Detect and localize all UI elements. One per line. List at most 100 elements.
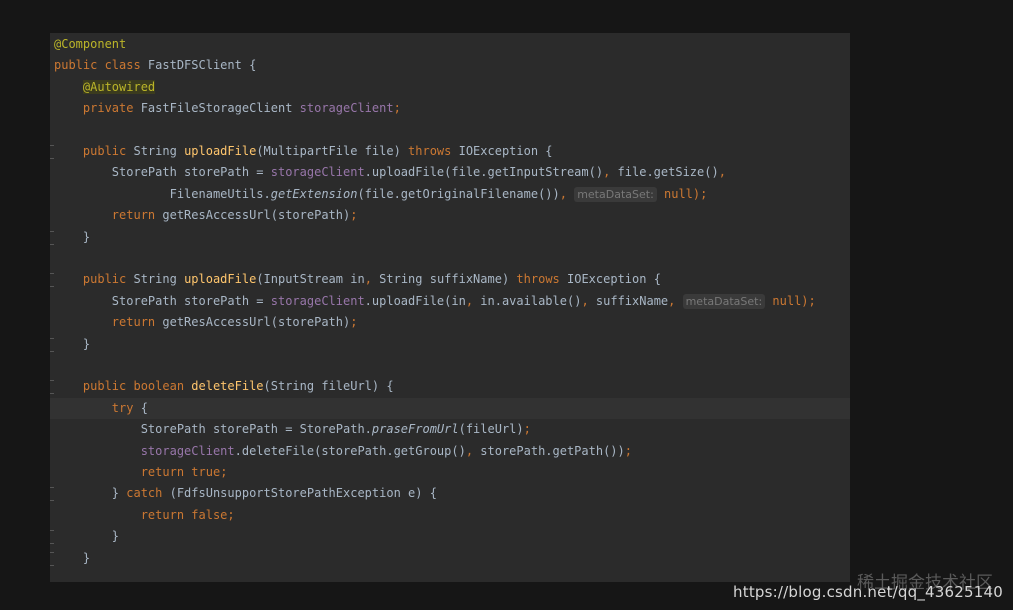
code-text: public String uploadFile(MultipartFile f… xyxy=(54,141,553,162)
code-text: StorePath storePath = storageClient.uplo… xyxy=(54,291,816,312)
code-line[interactable]: } catch (FdfsUnsupportStorePathException… xyxy=(50,483,850,504)
code-token: return false xyxy=(140,507,228,522)
fold-marker-icon[interactable] xyxy=(50,145,54,159)
code-token: IOException { xyxy=(567,272,661,287)
code-text: } xyxy=(54,548,90,569)
code-token: try xyxy=(111,400,141,415)
code-token: null xyxy=(765,293,802,308)
code-token: storageClient xyxy=(270,293,365,308)
code-token: return xyxy=(111,315,163,330)
code-line[interactable]: @Component xyxy=(50,34,850,55)
code-token: ; xyxy=(523,422,531,437)
code-token: } xyxy=(111,486,127,501)
code-line[interactable]: StorePath storePath = StorePath.praseFro… xyxy=(50,419,850,440)
code-line[interactable]: public String uploadFile(MultipartFile f… xyxy=(50,141,850,162)
code-text: return false; xyxy=(54,505,235,526)
code-token: public class xyxy=(54,58,148,73)
code-token: getResAccessUrl(storePath) xyxy=(162,208,351,223)
fold-marker-icon[interactable] xyxy=(50,551,54,566)
code-line[interactable]: try { xyxy=(50,397,850,420)
code-line[interactable]: } xyxy=(50,548,850,569)
code-token: public xyxy=(82,272,134,287)
parameter-hint: metaDataSet: xyxy=(574,186,657,202)
code-line[interactable] xyxy=(50,355,850,376)
code-line[interactable]: @Autowired xyxy=(50,77,850,98)
fold-marker-icon[interactable] xyxy=(50,337,54,352)
code-token: ; xyxy=(350,208,358,223)
code-token: IOException { xyxy=(458,144,553,158)
code-line[interactable]: return getResAccessUrl(storePath); xyxy=(50,205,850,226)
code-token: (fileUrl) xyxy=(458,422,524,437)
code-line[interactable]: } xyxy=(50,526,850,547)
code-text: storageClient.deleteFile(storePath.getGr… xyxy=(54,441,632,462)
code-line[interactable]: private FastFileStorageClient storageCli… xyxy=(50,98,850,119)
code-line[interactable]: public boolean deleteFile(String fileUrl… xyxy=(50,376,850,397)
code-text: return getResAccessUrl(storePath); xyxy=(54,205,358,226)
code-line[interactable]: StorePath storePath = storageClient.uplo… xyxy=(50,291,850,312)
code-token: public boolean xyxy=(82,379,192,394)
code-token: ; xyxy=(227,507,235,522)
code-token: praseFromUrl xyxy=(371,422,459,437)
code-token: storageClient xyxy=(270,165,365,180)
code-token: catch xyxy=(126,486,170,501)
fold-marker-icon[interactable] xyxy=(50,230,54,245)
code-line[interactable]: storageClient.deleteFile(storePath.getGr… xyxy=(50,441,850,462)
code-text: return true; xyxy=(54,462,228,483)
code-text: public String uploadFile(InputStream in,… xyxy=(54,269,661,290)
code-token: suffixName xyxy=(595,293,669,308)
code-editor[interactable]: @Component public class FastDFSClient { @… xyxy=(50,33,850,582)
code-text: public class FastDFSClient { xyxy=(54,55,256,76)
code-token: .uploadFile(file.getInputStream() xyxy=(364,165,604,180)
code-token: throws xyxy=(408,144,459,158)
code-token: storageClient xyxy=(140,443,235,458)
code-line[interactable]: return true; xyxy=(50,462,850,483)
code-token: throws xyxy=(516,272,567,287)
code-line[interactable]: public class FastDFSClient { xyxy=(50,55,850,76)
code-token: deleteFile xyxy=(191,379,264,394)
code-token: ); xyxy=(692,186,708,201)
code-token: String xyxy=(133,144,185,158)
code-token: ); xyxy=(801,293,816,308)
code-token: FastFileStorageClient xyxy=(140,101,300,116)
code-line[interactable] xyxy=(50,248,850,269)
code-text: try { xyxy=(54,398,148,419)
code-text: public boolean deleteFile(String fileUrl… xyxy=(54,376,394,397)
code-line[interactable]: return getResAccessUrl(storePath); xyxy=(50,312,850,333)
code-token: (InputStream in xyxy=(256,272,365,287)
code-text: } xyxy=(54,334,90,355)
code-token: } xyxy=(54,550,91,565)
code-line[interactable]: public String uploadFile(InputStream in,… xyxy=(50,269,850,290)
fold-marker-icon[interactable] xyxy=(50,380,54,395)
code-text: StorePath storePath = storageClient.uplo… xyxy=(54,162,726,183)
code-line[interactable]: FilenameUtils.getExtension(file.getOrigi… xyxy=(50,184,850,205)
code-token: , xyxy=(465,293,481,308)
code-line[interactable]: } xyxy=(50,227,850,248)
code-text: @Component xyxy=(54,34,126,55)
code-token: ; xyxy=(393,101,401,116)
code-token: .deleteFile(storePath.getGroup() xyxy=(234,443,466,458)
code-line[interactable]: return false; xyxy=(50,505,850,526)
code-token: } xyxy=(54,529,120,544)
code-text: private FastFileStorageClient storageCli… xyxy=(54,98,401,119)
code-line[interactable] xyxy=(50,120,850,141)
fold-marker-icon[interactable] xyxy=(50,273,54,288)
fold-marker-icon[interactable] xyxy=(50,530,54,545)
code-line[interactable]: } xyxy=(50,334,850,355)
fold-marker-icon[interactable] xyxy=(50,487,54,502)
code-token: { xyxy=(249,58,257,73)
code-line[interactable]: StorePath storePath = storageClient.uplo… xyxy=(50,162,850,183)
code-token: ; xyxy=(624,443,632,458)
code-token: FilenameUtils. xyxy=(169,186,271,201)
code-token: , xyxy=(581,293,596,308)
code-token: FastDFSClient xyxy=(147,58,250,73)
code-text: } xyxy=(54,526,119,547)
code-token: { xyxy=(140,400,148,415)
